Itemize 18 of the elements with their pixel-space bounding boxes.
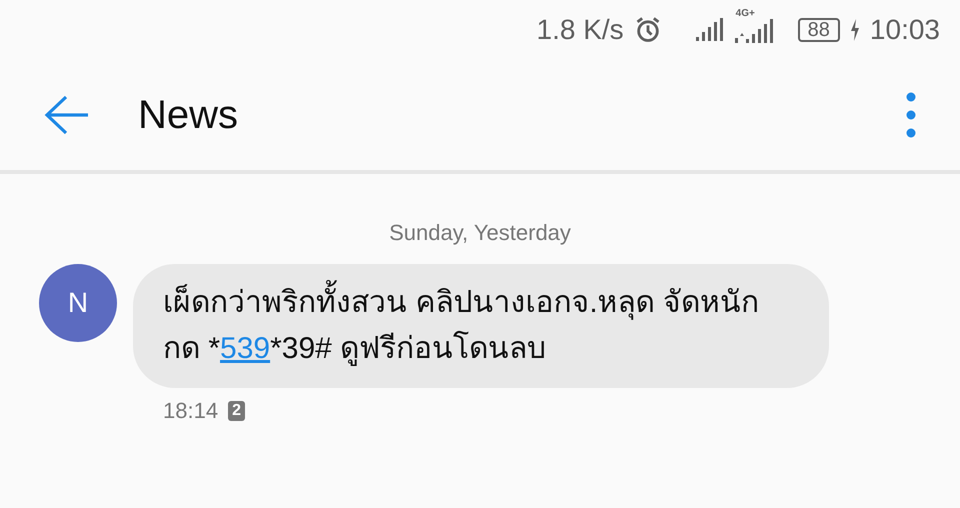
signal-icon [696, 18, 724, 42]
date-header: Sunday, Yesterday [388, 220, 572, 246]
back-arrow-icon[interactable] [44, 95, 90, 135]
more-options-icon[interactable] [906, 92, 916, 138]
charging-icon [850, 19, 860, 41]
message-bubble[interactable]: เผ็ดกว่าพริกทั้งสวน คลิปนางเอกจ.หลุด จัดหนัก กด *539*39# ดูฟรีก่อนโดนลบ [133, 264, 829, 388]
network-type: 4G+ [736, 8, 755, 19]
contact-avatar[interactable]: N [39, 264, 117, 342]
message-time: 18:14 [163, 398, 218, 424]
clock: 10:03 [870, 14, 940, 46]
conversation-title: News [138, 92, 240, 138]
sim-badge: 2 [228, 401, 245, 421]
network-speed: 1.8 K/s [536, 14, 624, 46]
signal-icon [734, 16, 774, 44]
phone-link[interactable]: 539 [220, 332, 270, 365]
battery-level: 88 [798, 18, 840, 42]
alarm-icon [634, 16, 662, 44]
message-text: เผ็ดกว่าพริกทั้งสวน คลิปนางเอกจ.หลุด จัดหนัก กด *539*39# ดูฟรีก่อนโดนลบ [163, 280, 799, 372]
